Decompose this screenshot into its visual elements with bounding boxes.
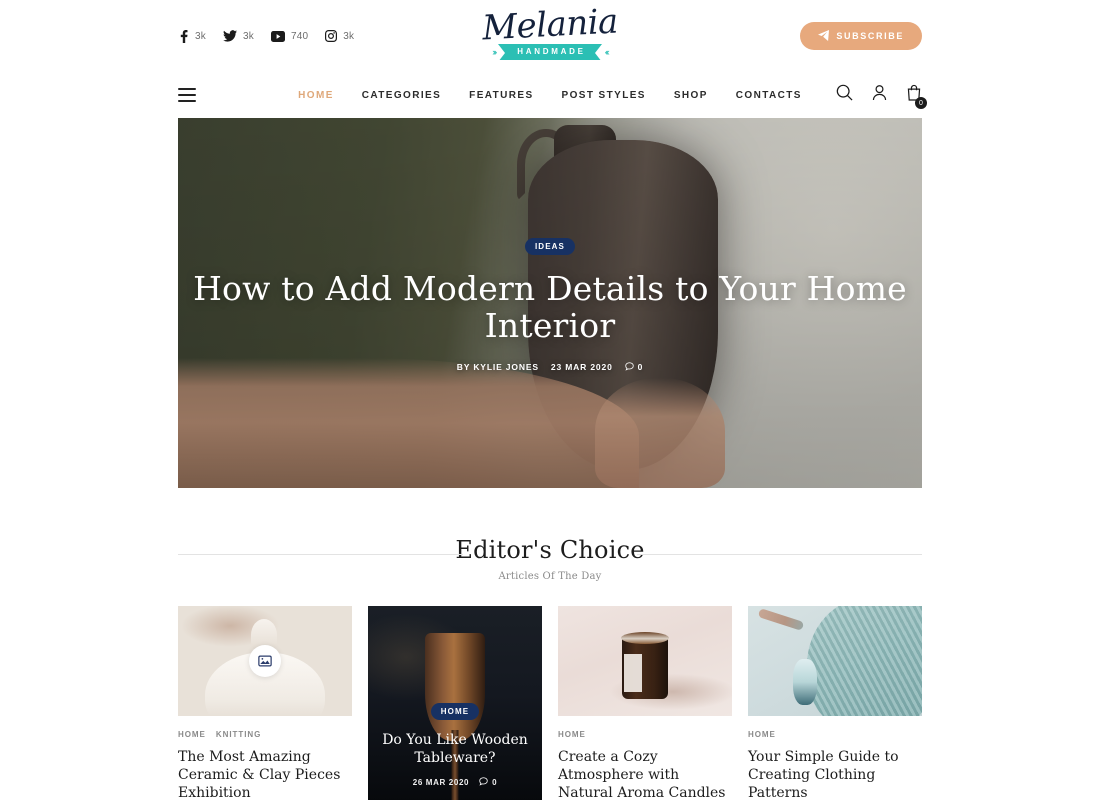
hero-meta: BY KYLIE JONES 23 MAR 2020 0	[457, 362, 644, 373]
hero-category-badge[interactable]: IDEAS	[524, 238, 576, 255]
hero-title: How to Add Modern Details to Your Home I…	[193, 269, 907, 345]
post-thumbnail-knitting[interactable]	[748, 606, 922, 716]
site-logo[interactable]: Melania ››› HANDMADE ‹‹‹	[450, 1, 650, 62]
section-title: Editor's Choice	[437, 536, 663, 564]
nav-item-post-styles[interactable]: POST STYLES	[562, 90, 646, 101]
post-card[interactable]: HOME Your Simple Guide to Creating Cloth…	[748, 606, 922, 800]
logo-ribbon: ››› HANDMADE ‹‹‹	[450, 44, 650, 62]
hamburger-menu-icon[interactable]	[178, 88, 196, 102]
section-rule-left	[178, 554, 463, 555]
post-card-overlay-body: HOME Do You Like Wooden Tableware? 26 MA…	[368, 703, 542, 788]
subscribe-button[interactable]: SUBSCRIBE	[800, 22, 922, 50]
post-date: 26 MAR 2020	[412, 778, 470, 787]
facebook-icon	[178, 29, 189, 43]
comment-bubble-icon	[624, 362, 634, 373]
social-link-twitter[interactable]: 3k	[222, 30, 254, 42]
paper-plane-icon	[818, 29, 830, 43]
hero-comments[interactable]: 0	[624, 362, 644, 373]
thumb-flower	[793, 658, 818, 705]
hero-author[interactable]: BY KYLIE JONES	[457, 362, 539, 372]
post-title[interactable]: Your Simple Guide to Creating Clothing P…	[748, 748, 922, 800]
top-bar: 3k 3k 740 3k Melania ››› HANDMADE ‹‹‹ SU…	[0, 0, 1100, 72]
nav-links: HOME CATEGORIES FEATURES POST STYLES SHO…	[298, 90, 802, 101]
page-root: 3k 3k 740 3k Melania ››› HANDMADE ‹‹‹ SU…	[0, 0, 1100, 800]
social-count-youtube: 740	[290, 30, 309, 42]
post-categories: HOME	[558, 730, 732, 739]
ribbon-chevron-left: ›››	[492, 47, 497, 57]
ribbon-chevron-right: ‹‹‹	[604, 47, 610, 57]
social-count-twitter: 3k	[242, 30, 254, 42]
post-card[interactable]: HOME KNITTING The Most Amazing Ceramic &…	[178, 606, 352, 800]
post-thumbnail-candle[interactable]	[558, 606, 732, 716]
nav-item-contacts[interactable]: CONTACTS	[736, 90, 802, 101]
post-comments[interactable]: 0	[479, 777, 497, 788]
section-editors-choice-header: Editor's Choice Articles Of The Day	[178, 536, 922, 582]
instagram-icon	[325, 30, 338, 42]
social-links: 3k 3k 740 3k	[178, 29, 354, 43]
subscribe-label: SUBSCRIBE	[836, 31, 904, 41]
thumb-knitted-fabric	[807, 606, 922, 716]
search-icon[interactable]	[836, 84, 853, 106]
post-card-body: HOME Create a Cozy Atmosphere with Natur…	[558, 716, 732, 800]
post-meta: 26 MAR 2020 0	[413, 777, 498, 788]
social-link-youtube[interactable]: 740	[270, 30, 309, 42]
social-count-instagram: 3k	[343, 30, 355, 42]
social-link-facebook[interactable]: 3k	[178, 29, 206, 43]
section-rule-right	[637, 554, 922, 555]
post-category[interactable]: HOME	[558, 730, 586, 739]
main-navbar: HOME CATEGORIES FEATURES POST STYLES SHO…	[0, 72, 1100, 118]
post-categories: HOME	[748, 730, 922, 739]
user-account-icon[interactable]	[871, 84, 888, 106]
twitter-icon	[222, 30, 237, 42]
social-link-instagram[interactable]: 3k	[325, 30, 354, 42]
hero-date: 23 MAR 2020	[550, 362, 613, 373]
post-category-badge[interactable]: HOME	[430, 703, 480, 720]
hero-featured-post[interactable]: IDEAS How to Add Modern Details to Your …	[178, 118, 922, 488]
post-card-body: HOME KNITTING The Most Amazing Ceramic &…	[178, 716, 352, 800]
logo-ribbon-label: HANDMADE	[498, 44, 603, 62]
thumb-candle-label	[624, 654, 643, 693]
post-card-body: HOME Your Simple Guide to Creating Cloth…	[748, 716, 922, 800]
post-card[interactable]: HOME Create a Cozy Atmosphere with Natur…	[558, 606, 732, 800]
editors-choice-card-grid: HOME KNITTING The Most Amazing Ceramic &…	[178, 606, 922, 800]
post-card[interactable]: HOME Do You Like Wooden Tableware? 26 MA…	[368, 606, 542, 800]
social-count-facebook: 3k	[195, 30, 206, 42]
post-thumbnail-ceramic[interactable]	[178, 606, 352, 716]
youtube-icon	[270, 30, 285, 42]
logo-wordmark: Melania	[481, 1, 619, 49]
hero-comment-count: 0	[637, 362, 644, 373]
hero-content: IDEAS How to Add Modern Details to Your …	[178, 238, 922, 373]
thumb-candle-rim	[621, 632, 669, 645]
post-title[interactable]: The Most Amazing Ceramic & Clay Pieces E…	[178, 748, 352, 800]
post-category[interactable]: KNITTING	[216, 730, 261, 739]
nav-item-shop[interactable]: SHOP	[674, 90, 708, 101]
cart-count-badge: 0	[915, 97, 927, 109]
comment-bubble-icon	[479, 777, 488, 788]
nav-item-categories[interactable]: CATEGORIES	[362, 90, 441, 101]
post-title[interactable]: Create a Cozy Atmosphere with Natural Ar…	[558, 748, 732, 800]
section-subtitle: Articles Of The Day	[498, 571, 602, 582]
post-title[interactable]: Do You Like Wooden Tableware?	[382, 732, 528, 767]
post-category[interactable]: HOME	[178, 730, 206, 739]
thumb-twig	[758, 607, 805, 631]
nav-item-home[interactable]: HOME	[298, 90, 334, 101]
post-category[interactable]: HOME	[748, 730, 776, 739]
nav-icon-group: 0	[836, 84, 927, 109]
shopping-bag-icon[interactable]: 0	[906, 84, 927, 109]
nav-item-features[interactable]: FEATURES	[469, 90, 533, 101]
gallery-image-icon	[249, 645, 281, 677]
post-comment-count: 0	[492, 778, 498, 787]
post-categories: HOME KNITTING	[178, 730, 352, 739]
